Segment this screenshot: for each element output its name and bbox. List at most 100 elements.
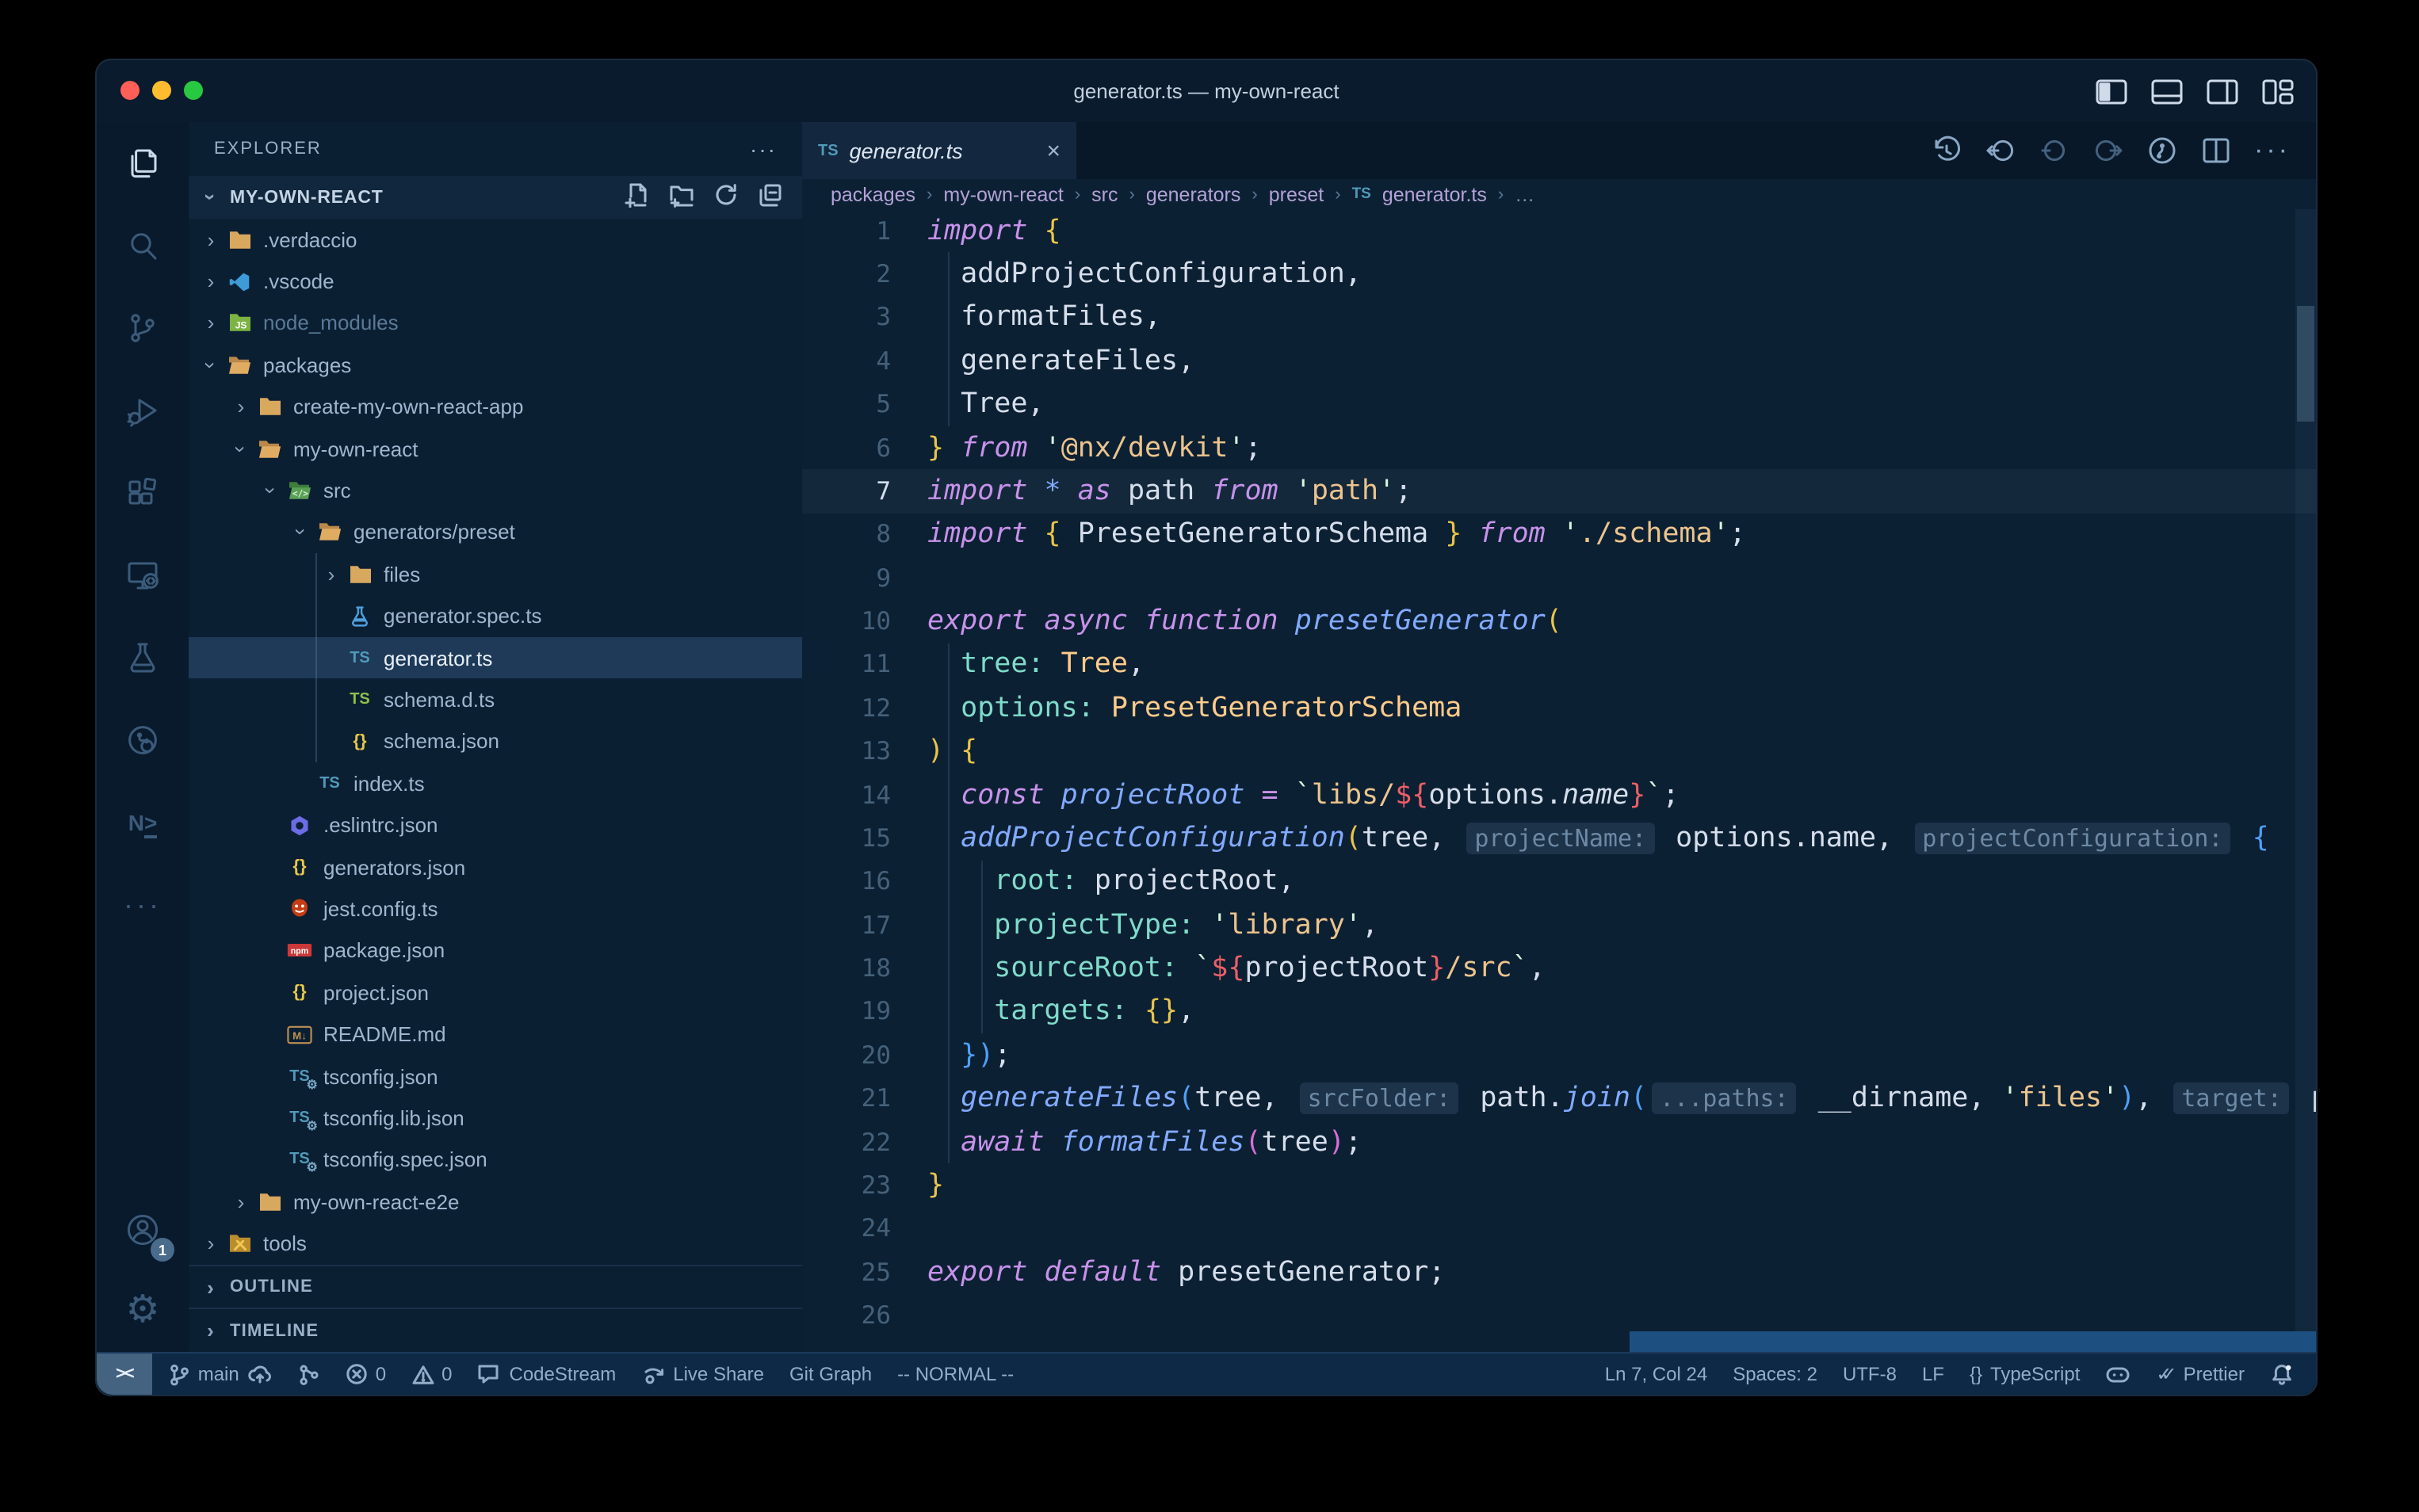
status-0[interactable]: 0 bbox=[411, 1363, 452, 1385]
code-line-10[interactable]: 10export async function presetGenerator( bbox=[802, 600, 2316, 643]
status-copilot-icon[interactable] bbox=[2105, 1363, 2130, 1385]
tab-generator-ts[interactable]: TS generator.ts × bbox=[802, 122, 1076, 179]
commit-graph-icon[interactable] bbox=[2146, 135, 2178, 166]
nav-prev-icon[interactable] bbox=[2039, 135, 2070, 166]
vertical-scrollbar-thumb[interactable] bbox=[2297, 306, 2314, 422]
tree-item-my-own-react[interactable]: ›my-own-react bbox=[189, 428, 802, 470]
activity-commit-graph-icon[interactable] bbox=[97, 699, 189, 781]
activity-source-control-icon[interactable] bbox=[97, 287, 189, 369]
status-lf[interactable]: LF bbox=[1922, 1363, 1944, 1385]
more-actions-icon[interactable]: ··· bbox=[2254, 135, 2291, 166]
tree-item-generator-ts[interactable]: TSgenerator.ts bbox=[189, 637, 802, 679]
breadcrumb-overflow[interactable]: … bbox=[1515, 183, 1534, 205]
tree-item-index-ts[interactable]: TSindex.ts bbox=[189, 762, 802, 804]
code-line-7[interactable]: 7import * as path from 'path'; bbox=[802, 470, 2316, 514]
tree-item-packages[interactable]: ›packages bbox=[189, 344, 802, 386]
nav-back-icon[interactable] bbox=[1985, 135, 2016, 166]
status-git-graph[interactable]: Git Graph bbox=[789, 1363, 872, 1385]
tree-item-package-json[interactable]: npmpackage.json bbox=[189, 930, 802, 972]
panel-outline[interactable]: ›OUTLINE bbox=[189, 1265, 802, 1308]
breadcrumb-item[interactable]: generator.ts bbox=[1382, 183, 1487, 205]
code-line-4[interactable]: 4 generateFiles, bbox=[802, 339, 2316, 383]
code-line-11[interactable]: 11 tree: Tree, bbox=[802, 643, 2316, 687]
tree-item-readme-md[interactable]: M↓README.md bbox=[189, 1014, 802, 1056]
toggle-panel-icon[interactable] bbox=[2151, 78, 2183, 104]
status-ln-7-col-24[interactable]: Ln 7, Col 24 bbox=[1605, 1363, 1707, 1385]
code-line-23[interactable]: 23} bbox=[802, 1164, 2316, 1208]
tree-item--verdaccio[interactable]: ›.verdaccio bbox=[189, 219, 802, 261]
activity-nx-console-icon[interactable]: N> bbox=[97, 781, 189, 864]
code-line-17[interactable]: 17 projectType: 'library', bbox=[802, 903, 2316, 947]
refresh-icon[interactable] bbox=[713, 182, 739, 212]
breadcrumb-item[interactable]: src bbox=[1091, 183, 1118, 205]
code-line-19[interactable]: 19 targets: {}, bbox=[802, 991, 2316, 1034]
tree-item-tools[interactable]: ›tools bbox=[189, 1223, 802, 1265]
tree-item-schema-d-ts[interactable]: TSschema.d.ts bbox=[189, 679, 802, 721]
activity-testing-icon[interactable] bbox=[97, 617, 189, 699]
status-typescript[interactable]: {}TypeScript bbox=[1970, 1363, 2080, 1385]
code-line-15[interactable]: 15 addProjectConfiguration(tree, project… bbox=[802, 817, 2316, 861]
code-line-13[interactable]: 13) { bbox=[802, 730, 2316, 773]
status-0[interactable]: 0 bbox=[346, 1363, 386, 1385]
horizontal-scrollbar-thumb[interactable] bbox=[1630, 1331, 2318, 1352]
tree-item-tsconfig-json[interactable]: TStsconfig.json bbox=[189, 1056, 802, 1098]
code-line-6[interactable]: 6} from '@nx/devkit'; bbox=[802, 426, 2316, 470]
collapse-all-icon[interactable] bbox=[758, 182, 783, 212]
new-file-icon[interactable] bbox=[625, 182, 650, 212]
code-line-12[interactable]: 12 options: PresetGeneratorSchema bbox=[802, 686, 2316, 730]
history-icon[interactable] bbox=[1931, 135, 1962, 166]
status-live-share[interactable]: Live Share bbox=[641, 1363, 764, 1385]
tree-item-my-own-react-e2e[interactable]: ›my-own-react-e2e bbox=[189, 1181, 802, 1223]
breadcrumb-item[interactable]: my-own-react bbox=[943, 183, 1063, 205]
account-icon[interactable]: 1 bbox=[97, 1189, 189, 1271]
code-line-1[interactable]: 1import { bbox=[802, 209, 2316, 253]
customize-layout-icon[interactable] bbox=[2262, 78, 2294, 104]
settings-gear-icon[interactable]: ⚙ bbox=[97, 1271, 189, 1350]
status-spaces-2[interactable]: Spaces: 2 bbox=[1733, 1363, 1817, 1385]
tree-item-generators-preset[interactable]: ›generators/preset bbox=[189, 511, 802, 553]
code-line-3[interactable]: 3 formatFiles, bbox=[802, 296, 2316, 340]
tree-item-tsconfig-lib-json[interactable]: TStsconfig.lib.json bbox=[189, 1097, 802, 1139]
status-utf-8[interactable]: UTF-8 bbox=[1843, 1363, 1897, 1385]
tree-item-project-json[interactable]: {}project.json bbox=[189, 972, 802, 1014]
code-line-25[interactable]: 25export default presetGenerator; bbox=[802, 1250, 2316, 1294]
tree-item--vscode[interactable]: ›.vscode bbox=[189, 261, 802, 303]
tree-item-src[interactable]: ›</>src bbox=[189, 470, 802, 512]
code-line-20[interactable]: 20 }); bbox=[802, 1033, 2316, 1077]
breadcrumb-item[interactable]: generators bbox=[1146, 183, 1241, 205]
activity-extensions-icon[interactable] bbox=[97, 452, 189, 534]
tree-item-files[interactable]: ›files bbox=[189, 553, 802, 595]
breadcrumb-item[interactable]: packages bbox=[831, 183, 915, 205]
tree-item-tsconfig-spec-json[interactable]: TStsconfig.spec.json bbox=[189, 1139, 802, 1181]
toggle-sidebar-icon[interactable] bbox=[2096, 78, 2127, 104]
nav-next-icon[interactable] bbox=[2092, 135, 2124, 166]
code-line-24[interactable]: 24 bbox=[802, 1207, 2316, 1250]
new-folder-icon[interactable] bbox=[669, 182, 694, 212]
code-line-2[interactable]: 2 addProjectConfiguration, bbox=[802, 253, 2316, 296]
code-line-8[interactable]: 8import { PresetGeneratorSchema } from '… bbox=[802, 513, 2316, 556]
tree-item--eslintrc-json[interactable]: .eslintrc.json bbox=[189, 804, 802, 846]
tree-item-generator-spec-ts[interactable]: generator.spec.ts bbox=[189, 595, 802, 637]
status--normal-[interactable]: -- NORMAL -- bbox=[897, 1363, 1014, 1385]
toggle-secondary-sidebar-icon[interactable] bbox=[2207, 78, 2238, 104]
status-graph-icon[interactable] bbox=[298, 1362, 320, 1386]
vertical-scrollbar[interactable] bbox=[2295, 209, 2316, 1354]
tree-item-node-modules[interactable]: ›JSnode_modules bbox=[189, 303, 802, 345]
activity-explorer-icon[interactable] bbox=[97, 122, 189, 204]
tree-item-schema-json[interactable]: {}schema.json bbox=[189, 720, 802, 762]
code-line-21[interactable]: 21 generateFiles(tree, srcFolder: path.j… bbox=[802, 1077, 2316, 1121]
breadcrumb-item[interactable]: preset bbox=[1269, 183, 1324, 205]
tree-item-generators-json[interactable]: {}generators.json bbox=[189, 846, 802, 888]
close-tab-icon[interactable]: × bbox=[1046, 137, 1060, 164]
code-line-18[interactable]: 18 sourceRoot: `${projectRoot}/src`, bbox=[802, 947, 2316, 991]
code-line-16[interactable]: 16 root: projectRoot, bbox=[802, 860, 2316, 903]
code-line-14[interactable]: 14 const projectRoot = `libs/${options.n… bbox=[802, 773, 2316, 817]
remote-indicator[interactable]: >< bbox=[97, 1354, 152, 1395]
activity-more-icon[interactable]: ··· bbox=[97, 864, 189, 946]
tree-item-create-my-own-react-app[interactable]: ›create-my-own-react-app bbox=[189, 386, 802, 428]
activity-remote-explorer-icon[interactable] bbox=[97, 534, 189, 617]
activity-search-icon[interactable] bbox=[97, 204, 189, 287]
code-line-22[interactable]: 22 await formatFiles(tree); bbox=[802, 1121, 2316, 1164]
activity-run-debug-icon[interactable] bbox=[97, 369, 189, 452]
code-area[interactable]: 1import {2 addProjectConfiguration,3 for… bbox=[802, 209, 2316, 1354]
